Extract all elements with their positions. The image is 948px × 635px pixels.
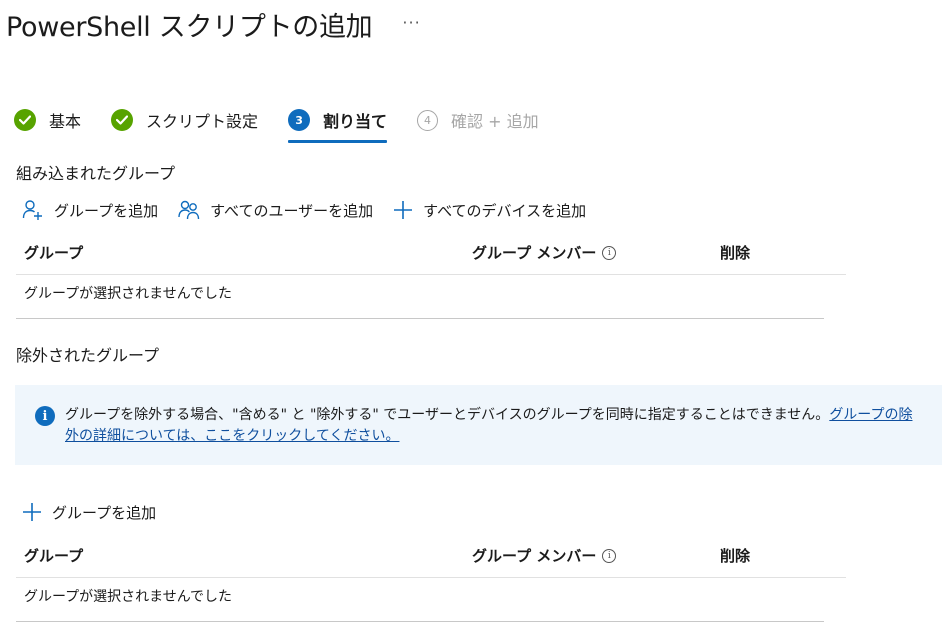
included-command-bar: グループを追加 すべてのユーザーを追加 すべてのデバイスを追加 <box>22 196 606 224</box>
add-excluded-group-button[interactable]: グループを追加 <box>22 502 156 523</box>
add-all-devices-button[interactable]: すべてのデバイスを追加 <box>393 200 586 221</box>
add-all-devices-label: すべてのデバイスを追加 <box>423 201 587 220</box>
plus-icon <box>394 201 413 219</box>
title-row: PowerShell スクリプトの追加 ··· <box>6 2 421 46</box>
excluded-groups-table: グループ グループ メンバー i 削除 グループが選択されませんでした <box>16 534 846 622</box>
checkmark-icon <box>111 109 134 131</box>
step-label: スクリプト設定 <box>146 112 259 131</box>
empty-message: グループが選択されませんでした <box>24 286 233 302</box>
empty-message: グループが選択されませんでした <box>24 589 233 605</box>
included-groups-label: 組み込まれたグループ <box>16 164 176 183</box>
people-icon <box>178 200 200 220</box>
add-all-users-label: すべてのユーザーを追加 <box>210 201 374 220</box>
page-title: PowerShell スクリプトの追加 <box>6 11 373 43</box>
add-all-users-button[interactable]: すべてのユーザーを追加 <box>178 199 373 221</box>
table-header: グループ グループ メンバー i 削除 <box>16 231 846 275</box>
info-icon: i <box>35 406 55 426</box>
column-members-label: グループ メンバー <box>472 547 597 565</box>
step-script-settings[interactable]: スクリプト設定 <box>111 104 288 136</box>
step-review-add[interactable]: 4 確認 + 追加 <box>417 104 569 136</box>
included-groups-table: グループ グループ メンバー i 削除 グループが選択されませんでした <box>16 231 846 319</box>
divider <box>16 318 824 319</box>
column-members-label: グループ メンバー <box>472 244 597 262</box>
add-person-icon <box>22 200 42 220</box>
step-label: 割り当て <box>323 112 388 131</box>
add-group-label: グループを追加 <box>52 503 157 522</box>
column-delete: 削除 <box>720 547 751 565</box>
excluded-groups-label: 除外されたグループ <box>16 346 160 365</box>
add-group-button[interactable]: グループを追加 <box>22 199 158 221</box>
column-group: グループ <box>24 547 84 565</box>
plus-icon <box>23 503 41 521</box>
table-header: グループ グループ メンバー i 削除 <box>16 534 846 578</box>
info-text: グループを除外する場合、"含める" と "除外する" でユーザーとデバイスのグル… <box>65 407 830 423</box>
more-options-button[interactable]: ··· <box>402 13 420 32</box>
step-number: 3 <box>288 109 311 131</box>
step-assignments[interactable]: 3 割り当て <box>288 104 417 143</box>
info-bar: i グループを除外する場合、"含める" と "除外する" でユーザーとデバイスの… <box>15 385 942 465</box>
step-label: 確認 + 追加 <box>451 112 539 131</box>
step-number: 4 <box>417 109 439 131</box>
step-basics[interactable]: 基本 <box>14 104 111 136</box>
column-members: グループ メンバー i <box>472 545 720 566</box>
wizard-steps: 基本 スクリプト設定 3 割り当て 4 確認 + 追加 <box>14 104 569 144</box>
column-group: グループ <box>24 244 84 262</box>
divider <box>16 621 824 622</box>
info-message: グループを除外する場合、"含める" と "除外する" でユーザーとデバイスのグル… <box>65 405 922 447</box>
checkmark-icon <box>14 109 36 131</box>
info-icon[interactable]: i <box>602 245 617 260</box>
column-delete: 削除 <box>720 244 751 262</box>
column-members: グループ メンバー i <box>472 242 720 263</box>
add-group-label: グループを追加 <box>54 201 159 220</box>
excluded-command-bar: グループを追加 <box>22 498 176 526</box>
step-label: 基本 <box>49 112 82 131</box>
info-icon[interactable]: i <box>602 548 617 563</box>
